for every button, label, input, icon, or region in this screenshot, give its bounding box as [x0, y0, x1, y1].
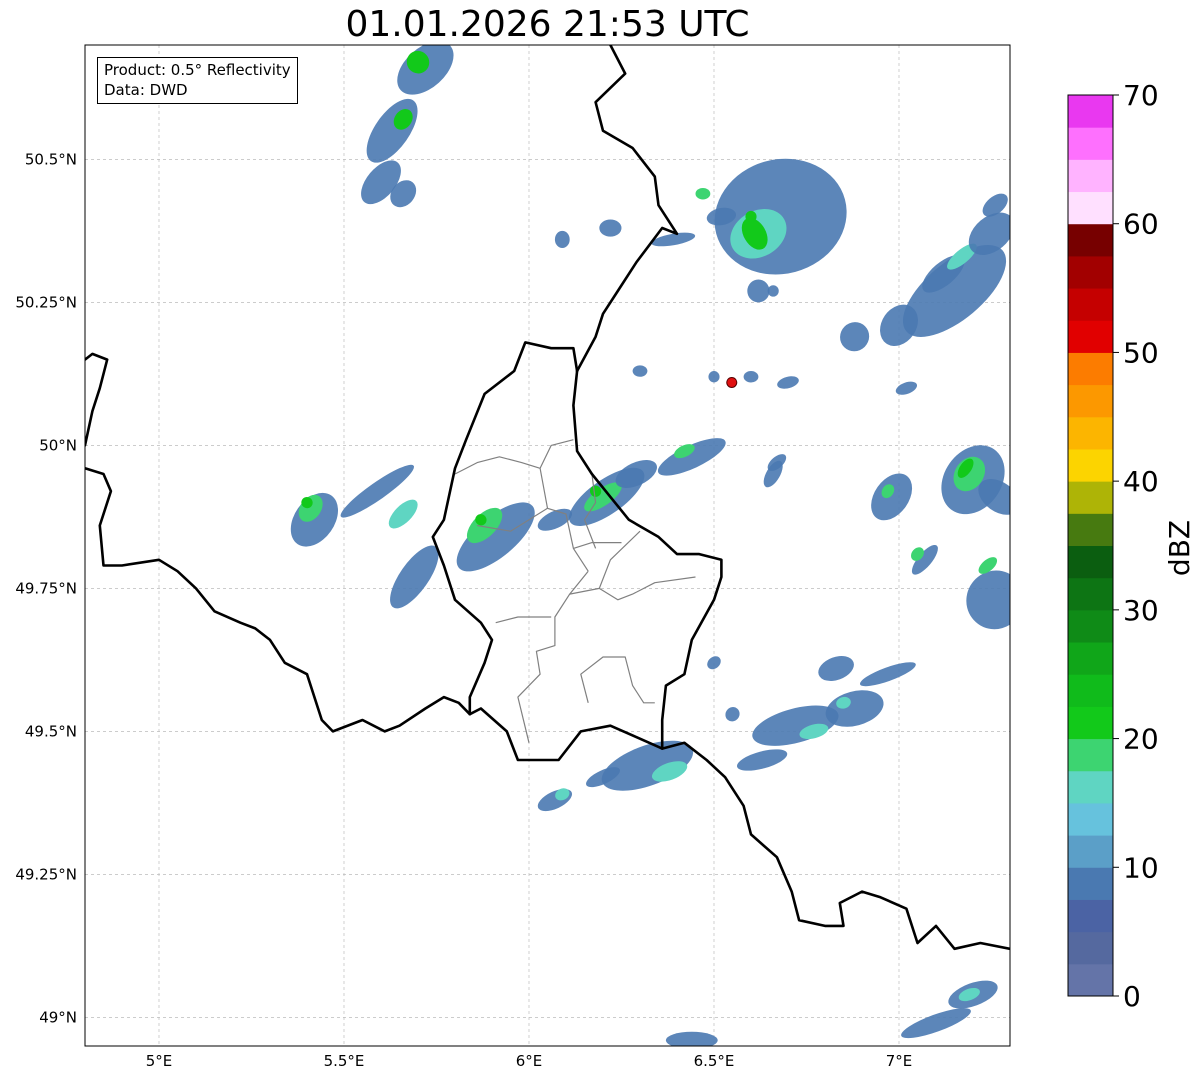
colorbar-swatch — [1068, 674, 1113, 707]
colorbar-swatch — [1068, 481, 1113, 514]
colorbar-swatch — [1068, 931, 1113, 965]
lon-tick-label: 6°E — [516, 1052, 543, 1070]
info-box: Product: 0.5° Reflectivity Data: DWD — [97, 57, 298, 104]
colorbar-tick-label: 0 — [1123, 980, 1141, 1013]
lon-tick-label: 7°E — [886, 1052, 913, 1070]
colorbar-swatch — [1068, 963, 1113, 997]
product-label: Product: 0.5° Reflectivity — [104, 61, 291, 79]
data-source-label: Data: DWD — [104, 81, 188, 99]
radar-echo — [708, 371, 720, 383]
colorbar-swatch — [1068, 899, 1113, 933]
colorbar-swatch — [1068, 223, 1113, 257]
colorbar-swatch — [1068, 609, 1113, 643]
colorbar-label: dBZ — [1163, 520, 1196, 576]
colorbar-swatches — [1068, 95, 1113, 997]
colorbar-tick-label: 20 — [1123, 723, 1159, 756]
colorbar-tick-label: 60 — [1123, 208, 1159, 241]
colorbar-tick-label: 40 — [1123, 465, 1159, 498]
radar-echo — [745, 210, 757, 223]
colorbar-swatch — [1068, 867, 1113, 900]
radar-echo — [743, 371, 759, 383]
colorbar-tick-label: 50 — [1123, 336, 1159, 369]
colorbar-swatch — [1068, 513, 1113, 546]
lat-tick-label: 50°N — [39, 436, 77, 454]
lon-tick-label: 5°E — [146, 1052, 173, 1070]
radar-echo — [632, 365, 648, 377]
colorbar-swatch — [1068, 320, 1113, 353]
map-plot-area — [84, 44, 1011, 1047]
radar-site-marker — [726, 376, 738, 388]
colorbar-swatch — [1068, 835, 1113, 868]
lon-tick-label: 6.5°E — [694, 1052, 735, 1070]
map-background — [85, 45, 1010, 1046]
colorbar-swatch — [1068, 802, 1113, 836]
radar-echo — [599, 219, 622, 237]
radar-echo — [747, 279, 770, 303]
radar-figure: 5°E 5.5°E 6°E 6.5°E 7°E 49°N 49.25°N 49.5°N 49.… — [15, 44, 1196, 1070]
colorbar-swatch — [1068, 448, 1113, 482]
colorbar-swatch — [1068, 416, 1113, 450]
colorbar-swatch — [1068, 706, 1113, 740]
radar-echo — [767, 285, 779, 297]
lon-tick-label: 5.5°E — [324, 1052, 365, 1070]
colorbar-swatch — [1068, 352, 1113, 386]
colorbar-swatch — [1068, 577, 1113, 611]
colorbar-tick-label: 30 — [1123, 594, 1159, 627]
colorbar: 0 10 20 30 40 50 60 70 dBZ — [1067, 79, 1196, 1013]
colorbar-tick-label: 10 — [1123, 851, 1159, 884]
lat-tick-label: 50.25°N — [15, 293, 77, 311]
colorbar-tick-label: 70 — [1123, 79, 1159, 112]
colorbar-swatch — [1068, 127, 1113, 160]
lat-tick-label: 49.25°N — [15, 865, 77, 883]
colorbar-ticks: 0 10 20 30 40 50 60 70 — [1113, 79, 1159, 1013]
longitude-tick-labels: 5°E 5.5°E 6°E 6.5°E 7°E — [146, 1052, 913, 1070]
colorbar-swatch — [1068, 255, 1113, 289]
radar-echo — [554, 230, 570, 249]
colorbar-swatch — [1068, 95, 1113, 128]
radar-echo — [695, 188, 711, 200]
colorbar-swatch — [1068, 191, 1113, 225]
colorbar-swatch — [1068, 159, 1113, 193]
latitude-tick-labels: 49°N 49.25°N 49.5°N 49.75°N 50°N 50.25°N 50.5°… — [15, 150, 77, 1026]
lat-tick-label: 49°N — [39, 1008, 77, 1026]
colorbar-swatch — [1068, 384, 1113, 418]
lat-tick-label: 49.5°N — [25, 722, 77, 740]
colorbar-swatch — [1068, 288, 1113, 321]
colorbar-swatch — [1068, 738, 1113, 772]
lat-tick-label: 49.75°N — [15, 579, 77, 597]
colorbar-swatch — [1068, 770, 1113, 804]
colorbar-swatch — [1068, 545, 1113, 579]
colorbar-swatch — [1068, 642, 1113, 675]
lat-tick-label: 50.5°N — [25, 150, 77, 168]
